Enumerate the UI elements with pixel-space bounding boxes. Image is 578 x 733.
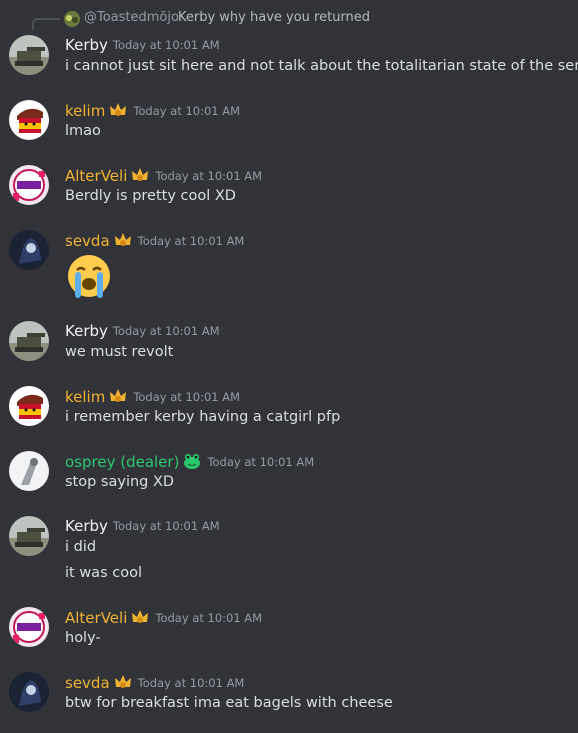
loudly-crying-face-icon[interactable]	[65, 252, 113, 300]
avatar[interactable]	[9, 230, 49, 270]
message-text: we must revolt	[65, 344, 174, 360]
crown-badge-icon	[110, 103, 127, 116]
message-text: it was cool	[65, 565, 142, 581]
timestamp: Today at 10:01 AM	[112, 324, 220, 338]
author-name[interactable]: AlterVeli Today at 10:01 AM	[65, 608, 262, 627]
avatar[interactable]	[9, 516, 49, 556]
author-name[interactable]: Kerby Today at 10:01 AM	[65, 36, 220, 54]
message: sevda Today at 10:01 AM	[0, 225, 578, 305]
avatar[interactable]	[9, 321, 49, 361]
reply-preview[interactable]: @Toastedmõjo Kerby why have you returned	[32, 10, 572, 30]
timestamp: Today at 10:01 AM	[155, 169, 263, 183]
crown-badge-icon	[132, 168, 149, 181]
timestamp: Today at 10:01 AM	[137, 234, 245, 248]
message-text: btw for breakfast ima eat bagels with ch…	[65, 695, 393, 711]
author-name[interactable]: Kerby Today at 10:01 AM	[65, 517, 220, 535]
avatar[interactable]	[9, 672, 49, 712]
avatar[interactable]	[9, 607, 49, 647]
message: kelim Today at 10:01 AM i remember kerby …	[0, 381, 578, 431]
avatar[interactable]	[9, 100, 49, 140]
crown-badge-icon	[114, 233, 131, 246]
message-text: i remember kerby having a catgirl pfp	[65, 409, 341, 425]
message: osprey (dealer) Today at 10:01 AM stop sa…	[0, 446, 578, 496]
message: AlterVeli Today at 10:01 AM Berdly is pre…	[0, 160, 578, 210]
message: Kerby Today at 10:01 AM we must revolt	[0, 316, 578, 366]
author-name[interactable]: AlterVeli Today at 10:01 AM	[65, 166, 262, 185]
author-name[interactable]: sevda Today at 10:01 AM	[65, 673, 244, 692]
message: Kerby Today at 10:01 AM i cannot just sit…	[0, 30, 578, 80]
reply-author[interactable]: @Toastedmõjo	[84, 10, 179, 25]
crown-badge-icon	[114, 675, 131, 688]
timestamp: Today at 10:01 AM	[112, 38, 220, 52]
avatar[interactable]	[9, 386, 49, 426]
message-text: holy-	[65, 630, 101, 646]
timestamp: Today at 10:01 AM	[207, 455, 315, 469]
message-text: stop saying XD	[65, 474, 175, 490]
author-name[interactable]: sevda Today at 10:01 AM	[65, 231, 244, 250]
author-name[interactable]: Kerby Today at 10:01 AM	[65, 322, 220, 340]
timestamp: Today at 10:01 AM	[155, 611, 263, 625]
avatar[interactable]	[9, 451, 49, 491]
message-text: lmao	[65, 123, 101, 139]
reply-text[interactable]: Kerby why have you returned	[178, 10, 370, 25]
reply-connector	[32, 18, 60, 30]
author-name[interactable]: osprey (dealer) Today at 10:01 AM	[65, 452, 314, 471]
avatar[interactable]	[9, 35, 49, 75]
avatar[interactable]	[9, 165, 49, 205]
timestamp: Today at 10:01 AM	[137, 676, 245, 690]
message: Kerby Today at 10:01 AM i did it was cool	[0, 511, 578, 591]
timestamp: Today at 10:01 AM	[112, 519, 220, 533]
message-text: Berdly is pretty cool XD	[65, 188, 236, 204]
frog-badge-icon	[184, 454, 201, 469]
timestamp: Today at 10:01 AM	[133, 104, 241, 118]
message: AlterVeli Today at 10:01 AM holy-	[0, 602, 578, 652]
message: sevda Today at 10:01 AM btw for breakfast…	[0, 667, 578, 717]
message-text: i cannot just sit here and not talk abou…	[65, 58, 578, 74]
author-name[interactable]: kelim Today at 10:01 AM	[65, 387, 240, 406]
timestamp: Today at 10:01 AM	[133, 390, 241, 404]
message: kelim Today at 10:01 AM lmao	[0, 95, 578, 145]
author-name[interactable]: kelim Today at 10:01 AM	[65, 101, 240, 120]
crown-badge-icon	[110, 389, 127, 402]
message-text: i did	[65, 539, 97, 555]
reply-avatar	[64, 11, 80, 27]
crown-badge-icon	[132, 610, 149, 623]
